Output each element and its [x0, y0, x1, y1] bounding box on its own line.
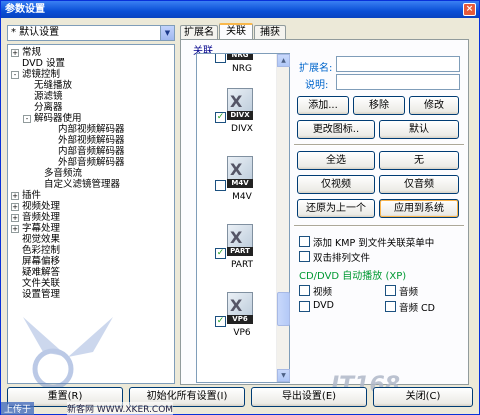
autoplay-video-label: 视频: [313, 287, 333, 298]
title-bar[interactable]: 参数设置 ×: [1, 1, 479, 18]
collapse-icon[interactable]: -: [23, 115, 31, 123]
dblclick-checkbox[interactable]: [299, 251, 310, 262]
file-type-icon: X VP6: [227, 292, 253, 324]
window-title: 参数设置: [5, 4, 45, 15]
default-button[interactable]: 默认: [379, 120, 459, 139]
file-type-name: DIVX: [231, 124, 253, 134]
tree-item-label: 字幕处理: [22, 223, 61, 234]
add-context-menu-checkbox[interactable]: [299, 236, 310, 247]
scroll-thumb[interactable]: [277, 292, 290, 326]
file-type-checkbox[interactable]: ✓: [215, 316, 226, 327]
file-type-checkbox[interactable]: [215, 54, 226, 63]
divider: [294, 144, 464, 146]
apply-to-system-button[interactable]: 应用到系统: [379, 199, 459, 218]
tree-item-label: 分离器: [34, 102, 63, 113]
expand-icon[interactable]: +: [11, 214, 19, 222]
file-type-checkbox[interactable]: ✓: [215, 248, 226, 259]
tree-item-label: 疑难解答: [22, 267, 61, 278]
expand-icon[interactable]: +: [11, 192, 19, 200]
file-type-icon: X M4V: [227, 156, 253, 188]
file-type-name: M4V: [232, 192, 252, 202]
autoplay-audio-checkbox[interactable]: [385, 285, 396, 296]
file-type-icon: XNRG: [227, 54, 253, 60]
dblclick-label: 双击排列文件: [313, 253, 371, 264]
chevron-down-icon[interactable]: ▼: [160, 26, 174, 40]
remove-button[interactable]: 移除: [353, 96, 405, 115]
description-label: 说明:: [305, 80, 329, 91]
scroll-up-icon[interactable]: ▲: [277, 54, 290, 67]
file-type-icon: X PART: [227, 224, 253, 256]
tree-item-label: 内部视频解码器: [58, 124, 125, 135]
file-type-name: PART: [230, 260, 254, 270]
expand-icon[interactable]: +: [11, 225, 19, 233]
tree-item-label: 源滤镜: [34, 91, 63, 102]
tab-capture[interactable]: 捕获: [254, 25, 286, 40]
tree-item[interactable]: 自定义滤镜管理器: [44, 179, 120, 191]
scroll-down-icon[interactable]: ▼: [277, 369, 290, 382]
tree-item-label: 滤镜控制: [22, 69, 61, 80]
file-type-badge: M4V: [227, 179, 253, 188]
autoplay-audiocd-checkbox[interactable]: [385, 301, 396, 312]
autoplay-audio-label: 音频: [399, 287, 419, 298]
file-type-checkbox[interactable]: [215, 180, 226, 191]
tree-item-label: 外部音频解码器: [58, 157, 125, 168]
extension-input[interactable]: [336, 56, 460, 72]
settings-window: 参数设置 × * 默认设置 ▼ 常规 + DVD 设置 滤镜控制 - 无缝播放 源滤镜 分离器…: [0, 0, 480, 415]
tree-item-label: 常规: [22, 47, 42, 58]
tree-item-label: 外部视频解码器: [58, 135, 125, 146]
tree-item-label: 视觉效果: [22, 234, 61, 245]
change-icon-button[interactable]: 更改图标..: [297, 120, 375, 139]
file-type-badge: PART: [227, 247, 253, 256]
tree-item-label: 无缝播放: [34, 80, 73, 91]
restore-previous-button[interactable]: 还原为上一个: [297, 199, 375, 218]
tree-item-label: 文件关联: [22, 278, 61, 289]
add-button[interactable]: 添加...: [297, 96, 349, 115]
watermark-site: 新客网 WWW.XKER.COM: [67, 402, 174, 415]
description-input[interactable]: [336, 74, 460, 90]
watermark-wings-logo: [23, 317, 113, 390]
modify-button[interactable]: 修改: [409, 96, 459, 115]
tree-item-label: 多音频流: [44, 168, 83, 179]
close-icon[interactable]: ×: [463, 3, 476, 16]
file-type-badge: NRG: [227, 54, 253, 60]
add-context-menu-label: 添加 KMP 到文件关联菜单中: [313, 238, 435, 249]
tree-item-label: 内部音频解码器: [58, 146, 125, 157]
autoplay-dvd-label: DVD: [313, 300, 334, 311]
extension-label: 扩展名:: [299, 63, 333, 74]
tree-item-label: 视频处理: [22, 201, 61, 212]
select-none-button[interactable]: 无: [379, 151, 459, 170]
export-settings-button[interactable]: 导出设置(E): [251, 387, 367, 407]
tab-extensions[interactable]: 扩展名: [180, 25, 218, 40]
autoplay-section-label: CD/DVD 自动播放 (XP): [299, 271, 407, 282]
tree-item-label: 音频处理: [22, 212, 61, 223]
collapse-icon[interactable]: -: [11, 71, 19, 79]
file-type-icon: X DIVX: [227, 88, 253, 120]
preset-dropdown[interactable]: * 默认设置 ▼: [7, 25, 175, 41]
close-button[interactable]: 关闭(C): [373, 387, 473, 407]
tree-item-label: 屏幕偏移: [22, 256, 61, 267]
preset-value: * 默认设置: [11, 27, 60, 38]
audio-only-button[interactable]: 仅音频: [379, 175, 459, 194]
watermark-upload: 上传于: [1, 402, 35, 415]
divider: [294, 225, 464, 227]
tree-item-label: 解码器使用: [34, 113, 82, 124]
expand-icon[interactable]: +: [11, 49, 19, 57]
file-type-badge: VP6: [227, 315, 253, 324]
expand-icon[interactable]: +: [11, 203, 19, 211]
tree-item-label: 色彩控制: [22, 245, 61, 256]
tab-association[interactable]: 关联: [219, 23, 253, 40]
tree-item-label: 自定义滤镜管理器: [44, 179, 121, 190]
tree-item-label: 插件: [22, 190, 42, 201]
autoplay-audiocd-label: 音频 CD: [399, 303, 435, 314]
file-type-name: VP6: [233, 328, 251, 338]
video-only-button[interactable]: 仅视频: [297, 175, 375, 194]
file-type-badge: DIVX: [227, 111, 253, 120]
file-type-checkbox[interactable]: ✓: [215, 112, 226, 123]
autoplay-dvd-checkbox[interactable]: [299, 301, 310, 312]
file-type-name: NRG: [232, 64, 252, 74]
select-all-button[interactable]: 全选: [297, 151, 375, 170]
tree-item-label: DVD 设置: [22, 58, 65, 69]
file-list-scrollbar[interactable]: ▲ ▼: [276, 54, 290, 382]
autoplay-video-checkbox[interactable]: [299, 285, 310, 296]
